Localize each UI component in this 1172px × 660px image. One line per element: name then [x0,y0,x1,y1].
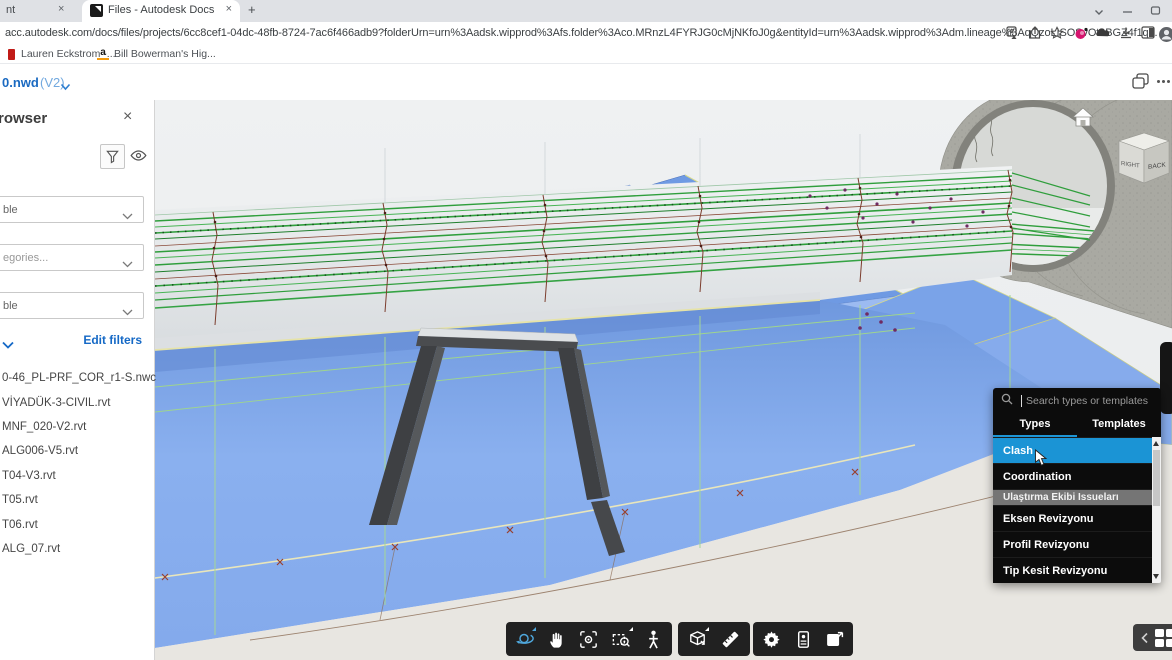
properties-button[interactable] [789,625,817,653]
browser-tab-strip: nt × Files - Autodesk Docs × + [0,0,1172,22]
bookmark-item[interactable]: Bill Bowerman's Hig... [114,48,216,60]
select-value: ble [3,300,18,312]
scrollbar-thumb[interactable] [1153,450,1160,506]
type-option-profil[interactable]: Profil Revizyonu [993,531,1152,557]
file-item[interactable]: T05.rvt [2,488,152,512]
settings-gear-button[interactable] [757,625,785,653]
chevron-down-icon [122,255,133,273]
type-option-clash[interactable]: Clash [993,437,1152,463]
first-person-button[interactable] [640,625,668,653]
document-name[interactable]: 0.nwd [2,75,39,90]
pan-tool-button[interactable] [543,625,571,653]
orbit-tool-button[interactable] [510,625,538,653]
select-value: ble [3,204,18,216]
filter-button[interactable] [100,144,125,169]
file-item[interactable]: T06.rvt [2,512,152,536]
share-icon[interactable] [1028,26,1042,45]
zoom-window-button[interactable] [607,625,635,653]
type-search-input[interactable]: Search types or templates [993,388,1161,413]
bookmark-favicon [8,49,15,60]
filter-select-2[interactable]: egories... [0,244,144,271]
expand-chevron-icon[interactable] [2,336,14,354]
file-item[interactable]: T04-V3.rvt [2,464,152,488]
file-item[interactable]: ALG006-V5.rvt [2,439,152,463]
text-caret [1021,395,1022,407]
downloads-icon[interactable] [1119,26,1133,45]
file-item[interactable]: 0-46_PL-PRF_COR_r1-S.nwc [2,366,152,390]
browser-tab-active[interactable]: Files - Autodesk Docs × [82,0,240,22]
toolbar-navigation-group [506,622,672,656]
select-value: egories... [3,252,48,264]
filter-select-3[interactable]: ble [0,292,144,319]
chevron-down-icon [122,303,133,321]
panel-title: rowser [0,110,47,127]
chevron-left-icon [1138,631,1152,645]
bookmarks-bar: Lauren Eckstrom -... a Bill Bowerman's H… [0,44,1172,64]
views-panel-toggle[interactable] [1133,624,1172,651]
version-chevron-down-icon[interactable] [60,78,71,96]
toolbar-settings-group [753,622,853,656]
visibility-eye-icon[interactable] [130,149,147,167]
type-option-tip-kesit[interactable]: Tip Kesit Revizyonu [993,557,1152,583]
flyout-indicator [532,627,536,631]
flyout-indicator [629,627,633,631]
window-menu-chevron-icon[interactable] [1094,3,1104,21]
screenshot-share-button[interactable] [821,625,849,653]
model-browser-panel: rowser × ble egories... ble [0,100,155,660]
window-maximize-icon[interactable] [1150,3,1161,21]
document-header: 0.nwd (V2) [0,64,1172,100]
extension-pink-icon[interactable] [1074,26,1089,46]
autodesk-docs-favicon [90,4,103,17]
fit-to-view-button[interactable] [575,625,603,653]
measure-button[interactable] [717,625,745,653]
new-tab-button[interactable]: + [248,2,256,17]
search-icon [1001,392,1013,410]
grid-views-icon [1154,628,1172,648]
window-minimize-icon[interactable] [1122,3,1133,21]
file-item[interactable]: MNF_020-V2.rvt [2,415,152,439]
bookmark-star-icon[interactable] [1050,26,1064,45]
bookmark-favicon: a [97,47,109,60]
type-group-header: Ulaştırma Ekibi Issueları [993,489,1152,505]
type-list: Clash Coordination Ulaştırma Ekibi Issue… [993,437,1161,583]
tab-title: nt [6,4,15,16]
mouse-cursor [1034,449,1049,472]
tab-close-icon[interactable]: × [226,3,232,15]
browser-tab-background[interactable]: nt × [0,0,78,22]
toolbar-tools-group [678,622,750,656]
model-file-list: 0-46_PL-PRF_COR_r1-S.nwc VİYADÜK-3-CIVIL… [2,366,152,561]
tab-title: Files - Autodesk Docs [108,4,214,16]
edge-scrollbar-thumb[interactable] [1160,342,1172,414]
flyout-indicator [705,627,709,631]
file-item[interactable]: VİYADÜK-3-CIVIL.rvt [2,390,152,414]
type-option-coordination[interactable]: Coordination [993,463,1152,489]
screen: nt × Files - Autodesk Docs × + acc.autod… [0,0,1172,660]
panel-close-icon[interactable]: × [123,108,132,126]
type-option-eksen[interactable]: Eksen Revizyonu [993,505,1152,531]
browser-url-bar: acc.autodesk.com/docs/files/projects/6cc… [0,22,1172,44]
url-text[interactable]: acc.autodesk.com/docs/files/projects/6cc… [5,27,1157,39]
dropdown-scrollbar[interactable] [1152,437,1161,583]
tab-types[interactable]: Types [993,413,1077,437]
funnel-icon [105,149,120,164]
compare-versions-icon[interactable] [1132,73,1149,94]
filter-select-1[interactable]: ble [0,196,144,223]
search-placeholder: Search types or templates [1026,395,1148,407]
issue-type-dropdown: Search types or templates Types Template… [993,388,1161,583]
extension-dark-icon[interactable] [1096,26,1111,44]
more-options-icon[interactable] [1157,80,1160,83]
scroll-down-icon[interactable] [1153,574,1159,579]
view-cube[interactable]: RIGHT BACK [1119,133,1169,183]
section-analysis-button[interactable] [683,625,711,653]
scroll-up-icon[interactable] [1153,441,1159,446]
reading-list-panel-icon[interactable] [1141,26,1155,44]
edit-filters-link[interactable]: Edit filters [83,333,142,347]
chevron-down-icon [122,207,133,225]
dropdown-tabs: Types Templates [993,413,1161,437]
tab-templates[interactable]: Templates [1077,413,1161,437]
translate-icon[interactable] [1006,26,1020,45]
tab-close-icon[interactable]: × [58,3,64,15]
file-item[interactable]: ALG_07.rvt [2,537,152,561]
